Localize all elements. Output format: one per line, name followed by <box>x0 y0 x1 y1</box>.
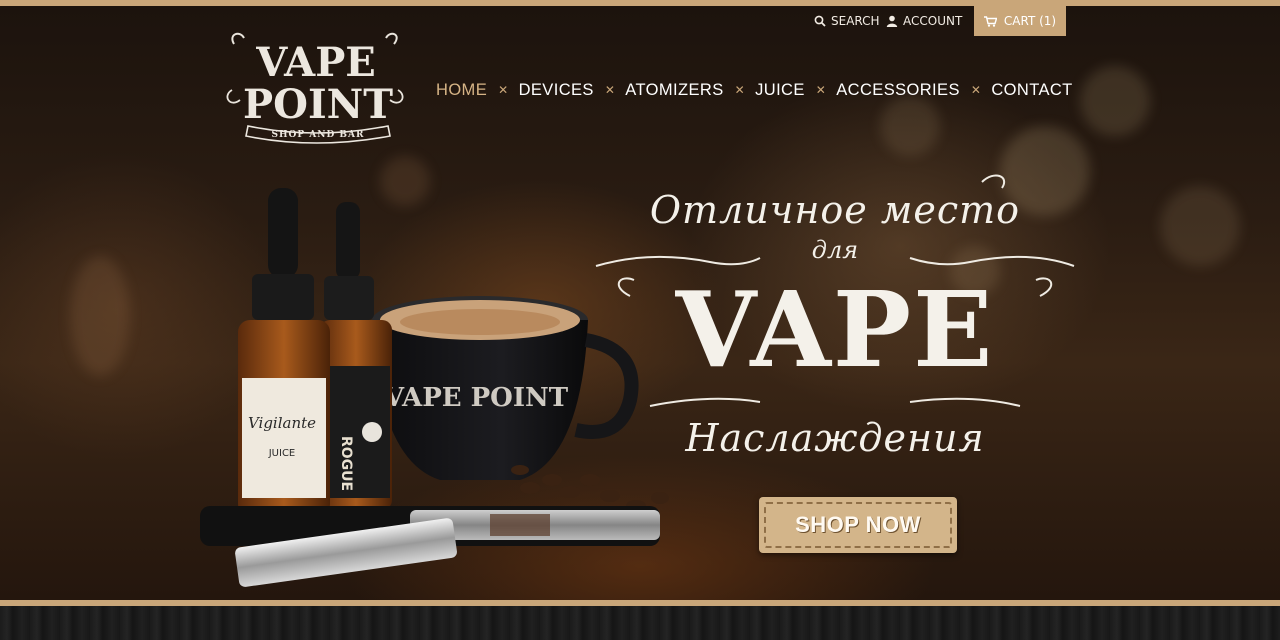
nav-item-devices[interactable]: DEVICES <box>519 81 594 100</box>
site-logo[interactable]: VAPE POINT SHOP AND BAR <box>226 30 406 150</box>
headline-line3: Наслаждения <box>685 416 985 460</box>
cross-separator-icon: ✕ <box>604 83 616 97</box>
cart-icon <box>983 15 997 27</box>
account-link[interactable]: ACCOUNT <box>886 6 962 36</box>
nav-item-contact[interactable]: CONTACT <box>991 81 1072 100</box>
cross-separator-icon: ✕ <box>970 83 982 97</box>
nav-item-atomizers[interactable]: ATOMIZERS <box>625 81 723 100</box>
nav-item-juice[interactable]: JUICE <box>755 81 805 100</box>
search-icon <box>814 15 826 27</box>
cart-button[interactable]: CART (1) <box>974 6 1066 36</box>
logo-tagline: SHOP AND BAR <box>272 130 365 140</box>
main-navigation: HOME ✕ DEVICES ✕ ATOMIZERS ✕ JUICE ✕ ACC… <box>436 78 1073 102</box>
wood-texture-band <box>0 606 1280 640</box>
account-label: ACCOUNT <box>903 14 963 28</box>
headline-big-word: VAPE <box>675 268 995 391</box>
hero-headline: Отличное место для VAPE Наслаждения <box>590 166 1080 496</box>
bottle1-label: Vigilante <box>248 414 316 432</box>
nav-item-home[interactable]: HOME <box>436 81 487 100</box>
headline-line1: Отличное место <box>649 188 1021 232</box>
cup-logo-text: VAPE POINT <box>383 383 569 413</box>
bottle2-label: ROGUE <box>338 436 354 491</box>
search-link[interactable]: SEARCH <box>814 6 880 36</box>
bottle1-sub: JUICE <box>268 448 296 459</box>
cross-separator-icon: ✕ <box>734 83 746 97</box>
shop-now-label: SHOP NOW <box>795 512 921 537</box>
cross-separator-icon: ✕ <box>815 83 827 97</box>
cart-label: CART (1) <box>1003 14 1057 28</box>
logo-text-point: POINT <box>243 81 393 128</box>
headline-line2: для <box>811 236 859 264</box>
cross-separator-icon: ✕ <box>498 83 509 97</box>
search-label: SEARCH <box>831 14 880 28</box>
nav-item-accessories[interactable]: ACCESSORIES <box>836 81 960 100</box>
logo-text-vape: VAPE <box>255 39 376 86</box>
shop-now-button[interactable]: SHOP NOW <box>759 497 957 553</box>
user-icon <box>886 15 898 27</box>
